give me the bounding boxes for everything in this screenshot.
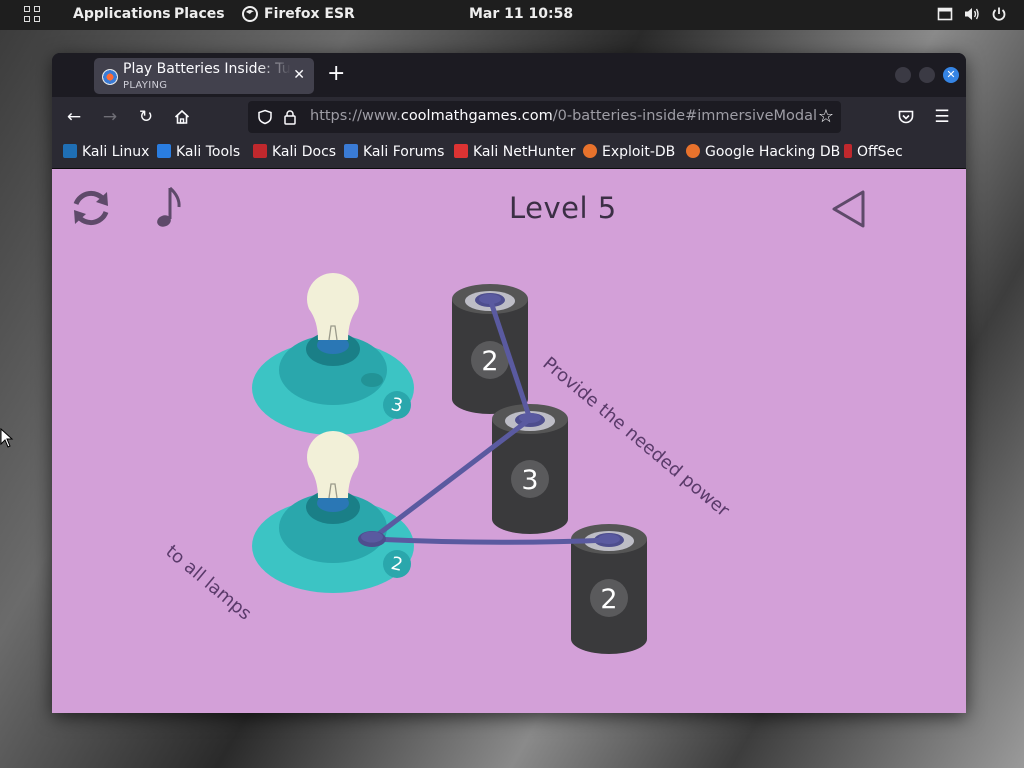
maximize-icon[interactable] [919, 67, 935, 83]
tab-batteries-inside[interactable]: Play Batteries Inside: Turn PLAYING ✕ [94, 58, 314, 94]
shield-icon[interactable] [257, 109, 273, 125]
close-tab-icon[interactable]: ✕ [293, 68, 305, 82]
level-title: Level 5 [509, 191, 617, 225]
battery-a-charge: 2 [481, 346, 498, 377]
bookmarks-toolbar: Kali Linux Kali Tools Kali Docs Kali For… [52, 137, 966, 169]
pocket-icon[interactable] [897, 108, 915, 126]
bookmark-kali-forums[interactable]: Kali Forums [344, 144, 444, 162]
bookmark-kali-linux[interactable]: Kali Linux [63, 144, 149, 162]
url-bar[interactable]: https://www.coolmathgames.com/0-batterie… [248, 101, 841, 133]
window-icon[interactable] [937, 6, 953, 22]
reload-icon[interactable]: ↻ [137, 108, 155, 126]
menu-icon[interactable]: ☰ [933, 108, 951, 126]
offsec-icon [844, 144, 852, 158]
tab-playing-status[interactable]: PLAYING [123, 80, 167, 91]
close-window-icon[interactable]: ✕ [943, 67, 959, 83]
lock-icon[interactable] [282, 109, 298, 125]
bookmark-google-hacking-db[interactable]: Google Hacking DB [686, 144, 840, 162]
tab-strip: Play Batteries Inside: Turn PLAYING ✕ + … [52, 53, 966, 97]
back-triangle-icon[interactable] [832, 190, 865, 228]
gnome-top-bar: Applications Places Firefox ESR Mar 11 1… [0, 0, 1024, 30]
minimize-icon[interactable] [895, 67, 911, 83]
navigation-toolbar: ← → ↻ https://www.coolmathgames.com/0-ba… [52, 97, 966, 137]
volume-icon[interactable] [964, 6, 980, 22]
back-icon[interactable]: ← [65, 108, 83, 126]
forward-icon[interactable]: → [101, 108, 119, 126]
app-grid-icon[interactable] [24, 6, 41, 23]
exploit-db-icon [583, 144, 597, 158]
new-tab-icon[interactable]: + [327, 63, 345, 85]
bookmark-kali-tools[interactable]: Kali Tools [157, 144, 240, 162]
bookmark-offsec[interactable]: OffSec [844, 144, 903, 162]
bookmark-kali-nethunter[interactable]: Kali NetHunter [454, 144, 575, 162]
browser-window: Play Batteries Inside: Turn PLAYING ✕ + … [52, 53, 966, 713]
tab-title: Play Batteries Inside: Turn [123, 61, 291, 77]
home-icon[interactable] [173, 108, 191, 126]
applications-menu[interactable]: Applications [73, 6, 171, 22]
battery-b-charge: 3 [521, 465, 538, 496]
bookmark-kali-docs[interactable]: Kali Docs [253, 144, 336, 162]
music-note-icon[interactable] [156, 186, 181, 229]
game-scene: 3 2 2 3 2 [73, 186, 865, 654]
places-menu[interactable]: Places [174, 6, 225, 22]
ghdb-icon [686, 144, 700, 158]
kali-dragon-icon [63, 144, 77, 158]
kali-forums-icon [344, 144, 358, 158]
mouse-pointer-icon [0, 428, 14, 448]
clock[interactable]: Mar 11 10:58 [469, 6, 573, 22]
coolmath-favicon-icon [102, 69, 118, 85]
kali-tools-icon [157, 144, 171, 158]
restart-icon[interactable] [73, 190, 109, 226]
nethunter-icon [454, 144, 468, 158]
power-icon[interactable] [991, 6, 1007, 22]
bookmark-exploit-db[interactable]: Exploit-DB [583, 144, 675, 162]
battery-c-charge: 2 [600, 584, 617, 615]
active-app-label[interactable]: Firefox ESR [264, 6, 355, 22]
bookmark-star-icon[interactable]: ☆ [818, 106, 834, 127]
kali-docs-icon [253, 144, 267, 158]
game-canvas[interactable]: 3 2 2 3 2 Level 5 Provide the needed pow… [52, 169, 966, 713]
firefox-icon [242, 6, 258, 22]
url-text[interactable]: https://www.coolmathgames.com/0-batterie… [310, 108, 817, 124]
